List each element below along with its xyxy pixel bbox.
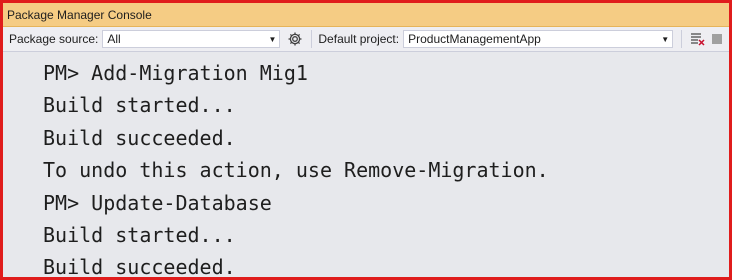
default-project-label: Default project:: [318, 32, 400, 46]
window-title: Package Manager Console: [7, 7, 152, 22]
package-source-value: All: [107, 32, 121, 46]
console-output[interactable]: PM> Add-Migration Mig1 Build started... …: [3, 52, 729, 277]
console-line: To undo this action, use Remove-Migratio…: [43, 158, 549, 183]
stop-icon[interactable]: [708, 30, 726, 48]
chevron-down-icon: ▼: [268, 34, 277, 44]
package-source-dropdown[interactable]: All ▼: [102, 30, 281, 48]
gear-icon[interactable]: [285, 29, 305, 49]
console-line: PM> Add-Migration Mig1: [43, 61, 308, 85]
console-line: PM> Update-Database: [43, 190, 272, 215]
console-line: Build succeeded.: [43, 255, 236, 280]
package-manager-console-window: Package Manager Console Package source: …: [0, 0, 732, 280]
default-project-value: ProductManagementApp: [408, 32, 541, 46]
title-bar: Package Manager Console: [3, 3, 729, 27]
console-line: Build started...: [43, 93, 236, 118]
toolbar-separator: [681, 30, 683, 48]
chevron-down-icon: ▼: [661, 34, 670, 44]
console-toolbar: Package source: All ▼ Default project: P…: [3, 27, 729, 52]
package-source-label: Package source:: [9, 32, 99, 46]
console-line: Build succeeded.: [43, 125, 236, 150]
console-line: Build started...: [43, 222, 236, 247]
clear-console-icon[interactable]: [688, 30, 706, 48]
toolbar-separator: [311, 30, 313, 48]
default-project-dropdown[interactable]: ProductManagementApp ▼: [403, 30, 674, 48]
